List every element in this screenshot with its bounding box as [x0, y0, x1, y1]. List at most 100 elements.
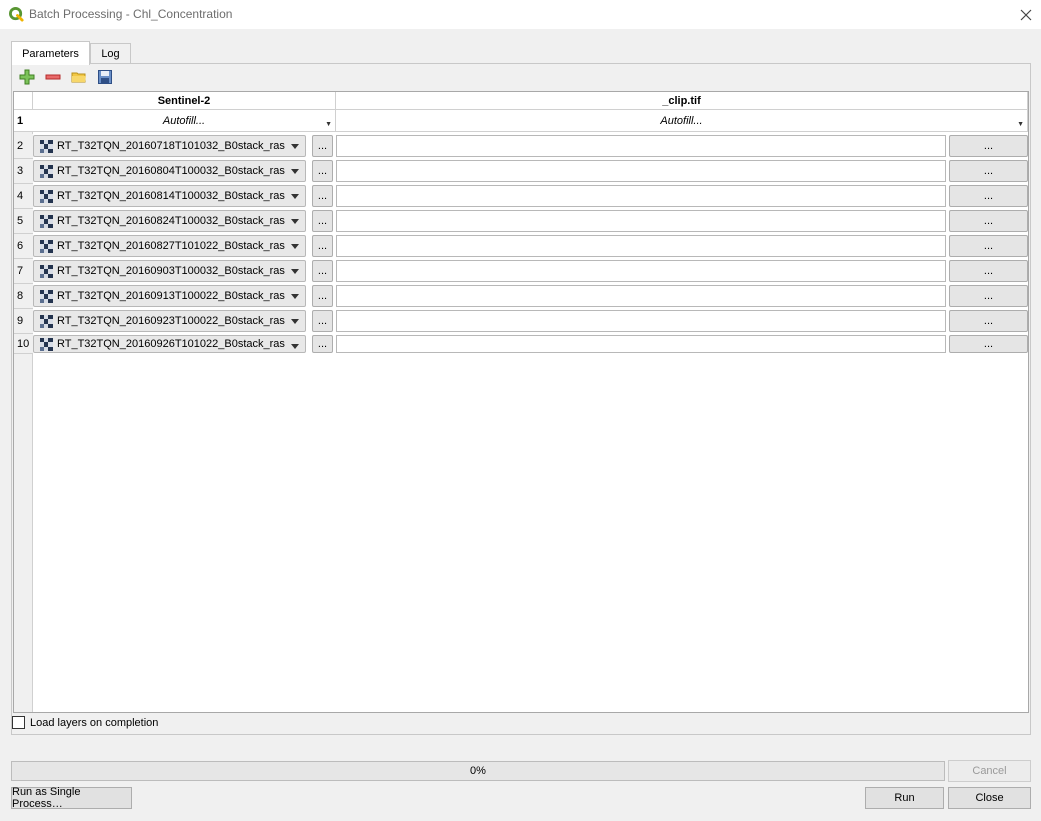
add-row-icon — [19, 69, 35, 85]
autofill-input-column[interactable]: Autofill... ▼ — [33, 110, 336, 132]
output-path-field[interactable] — [336, 210, 946, 232]
batch-table: Sentinel-2 _clip.tif 1 Autofill... ▼ Aut… — [13, 91, 1029, 713]
open-button[interactable] — [70, 68, 88, 86]
table-corner — [14, 92, 33, 110]
output-path-field[interactable] — [336, 310, 946, 332]
dropdown-arrow-icon — [291, 144, 299, 149]
row-number: 6 — [14, 234, 33, 259]
autofill-label: Autofill... — [660, 114, 703, 127]
add-row-button[interactable] — [18, 68, 36, 86]
output-browse-button[interactable]: ... — [949, 235, 1028, 257]
layer-select[interactable]: RT_T32TQN_20160827T101022_B0stack_raster — [33, 235, 306, 257]
remove-row-button[interactable] — [44, 68, 62, 86]
batch-toolbar — [18, 68, 114, 86]
output-path-field[interactable] — [336, 185, 946, 207]
output-browse-button[interactable]: ... — [949, 185, 1028, 207]
dropdown-arrow-icon: ▼ — [1017, 121, 1024, 128]
layer-select[interactable]: RT_T32TQN_20160913T100022_B0stack_raster — [33, 285, 306, 307]
parameters-panel: Sentinel-2 _clip.tif 1 Autofill... ▼ Aut… — [11, 63, 1031, 735]
column-header-label: _clip.tif — [662, 94, 701, 107]
layer-select[interactable]: RT_T32TQN_20160804T100032_B0stack_raster — [33, 160, 306, 182]
tab-log[interactable]: Log — [90, 43, 131, 64]
column-header-label: Sentinel-2 — [157, 94, 211, 107]
layer-select[interactable]: RT_T32TQN_20160814T100032_B0stack_raster — [33, 185, 306, 207]
output-browse-button[interactable]: ... — [949, 260, 1028, 282]
dropdown-arrow-icon — [291, 219, 299, 224]
raster-layer-icon — [40, 314, 53, 328]
row-number: 3 — [14, 159, 33, 184]
row-number: 2 — [14, 134, 33, 159]
raster-layer-icon — [40, 139, 53, 153]
close-icon[interactable] — [1017, 6, 1035, 24]
output-browse-button[interactable]: ... — [949, 210, 1028, 232]
layer-select-value: RT_T32TQN_20160923T100022_B0stack_raster — [57, 315, 285, 327]
layer-browse-button[interactable]: ... — [312, 235, 333, 257]
layer-browse-button[interactable]: ... — [312, 185, 333, 207]
layer-browse-button[interactable]: ... — [312, 285, 333, 307]
dropdown-arrow-icon — [291, 319, 299, 324]
layer-select-value: RT_T32TQN_20160824T100032_B0stack_raster — [57, 215, 285, 227]
dropdown-arrow-icon — [291, 244, 299, 249]
layer-select-value: RT_T32TQN_20160718T101032_B0stack_raster — [57, 140, 285, 152]
row-number: 4 — [14, 184, 33, 209]
layer-browse-button[interactable]: ... — [312, 335, 333, 353]
progress-bar: 0% — [11, 761, 945, 781]
row-number: 1 — [14, 110, 33, 132]
dropdown-arrow-icon — [291, 169, 299, 174]
layer-select[interactable]: RT_T32TQN_20160903T100032_B0stack_raster — [33, 260, 306, 282]
layer-browse-button[interactable]: ... — [312, 310, 333, 332]
layer-browse-button[interactable]: ... — [312, 135, 333, 157]
cancel-button[interactable]: Cancel — [948, 760, 1031, 782]
raster-layer-icon — [40, 264, 53, 278]
raster-layer-icon — [40, 239, 53, 253]
tab-parameters-label: Parameters — [22, 47, 79, 60]
output-path-field[interactable] — [336, 260, 946, 282]
layer-select-value: RT_T32TQN_20160804T100032_B0stack_raster — [57, 165, 285, 177]
tab-parameters[interactable]: Parameters — [11, 41, 90, 65]
layer-select-value: RT_T32TQN_20160926T101022_B0stack_raster — [57, 338, 285, 350]
layer-select-value: RT_T32TQN_20160903T100032_B0stack_raster — [57, 265, 285, 277]
output-browse-button[interactable]: ... — [949, 160, 1028, 182]
output-path-field[interactable] — [336, 285, 946, 307]
column-header-sentinel2[interactable]: Sentinel-2 — [33, 92, 336, 110]
layer-browse-button[interactable]: ... — [312, 160, 333, 182]
layer-select[interactable]: RT_T32TQN_20160718T101032_B0stack_raster — [33, 135, 306, 157]
raster-layer-icon — [40, 189, 53, 203]
run-button[interactable]: Run — [865, 787, 944, 809]
title-bar: Batch Processing - Chl_Concentration — [0, 0, 1041, 29]
layer-select[interactable]: RT_T32TQN_20160923T100022_B0stack_raster — [33, 310, 306, 332]
raster-layer-icon — [40, 214, 53, 228]
output-browse-button[interactable]: ... — [949, 310, 1028, 332]
layer-select[interactable]: RT_T32TQN_20160824T100032_B0stack_raster — [33, 210, 306, 232]
output-path-field[interactable] — [336, 335, 946, 353]
load-layers-checkbox[interactable] — [12, 716, 25, 729]
dropdown-arrow-icon: ▼ — [325, 121, 332, 128]
progress-text: 0% — [470, 765, 486, 777]
dropdown-arrow-icon — [291, 294, 299, 299]
autofill-output-column[interactable]: Autofill... ▼ — [336, 110, 1028, 132]
output-path-field[interactable] — [336, 235, 946, 257]
dropdown-arrow-icon — [291, 344, 299, 349]
remove-row-icon — [45, 74, 61, 80]
column-header-output[interactable]: _clip.tif — [336, 92, 1028, 110]
output-path-field[interactable] — [336, 135, 946, 157]
dropdown-arrow-icon — [291, 269, 299, 274]
output-browse-button[interactable]: ... — [949, 285, 1028, 307]
run-as-single-process-button[interactable]: Run as Single Process… — [11, 786, 132, 810]
autofill-label: Autofill... — [162, 114, 206, 127]
layer-browse-button[interactable]: ... — [312, 210, 333, 232]
save-button[interactable] — [96, 68, 114, 86]
output-browse-button[interactable]: ... — [949, 135, 1028, 157]
output-browse-button[interactable]: ... — [949, 335, 1028, 353]
load-layers-label: Load layers on completion — [30, 716, 159, 729]
tab-log-label: Log — [101, 48, 120, 60]
save-icon — [98, 70, 112, 84]
layer-select[interactable]: RT_T32TQN_20160926T101022_B0stack_raster — [33, 335, 306, 353]
close-button[interactable]: Close — [948, 787, 1031, 809]
output-path-field[interactable] — [336, 160, 946, 182]
layer-browse-button[interactable]: ... — [312, 260, 333, 282]
row-number: 7 — [14, 259, 33, 284]
load-layers-option[interactable]: Load layers on completion — [12, 716, 158, 729]
raster-layer-icon — [40, 164, 53, 178]
row-number: 9 — [14, 309, 33, 334]
